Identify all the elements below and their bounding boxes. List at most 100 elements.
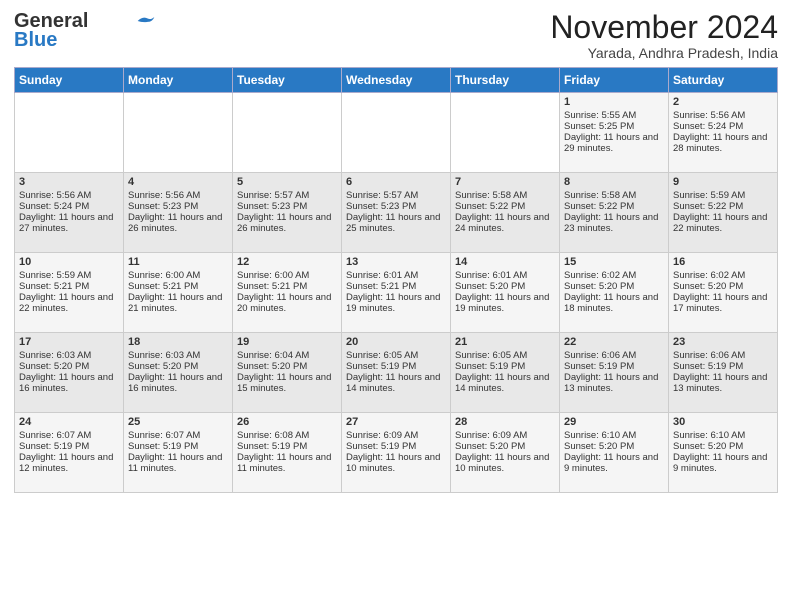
calendar-cell: 27Sunrise: 6:09 AMSunset: 5:19 PMDayligh… — [342, 413, 451, 493]
logo-blue: Blue — [14, 29, 57, 52]
daylight-text: Daylight: 11 hours and 16 minutes. — [19, 372, 119, 394]
sunrise-text: Sunrise: 6:10 AM — [673, 430, 773, 441]
sunrise-text: Sunrise: 5:59 AM — [19, 270, 119, 281]
calendar-table: SundayMondayTuesdayWednesdayThursdayFrid… — [14, 67, 778, 493]
sunrise-text: Sunrise: 6:07 AM — [128, 430, 228, 441]
sunrise-text: Sunrise: 5:57 AM — [237, 190, 337, 201]
week-row-5: 24Sunrise: 6:07 AMSunset: 5:19 PMDayligh… — [15, 413, 778, 493]
calendar-cell: 15Sunrise: 6:02 AMSunset: 5:20 PMDayligh… — [560, 253, 669, 333]
sunrise-text: Sunrise: 6:08 AM — [237, 430, 337, 441]
calendar-cell: 1Sunrise: 5:55 AMSunset: 5:25 PMDaylight… — [560, 93, 669, 173]
sunrise-text: Sunrise: 5:57 AM — [346, 190, 446, 201]
page-container: General Blue November 2024 Yarada, Andhr… — [0, 0, 792, 503]
calendar-cell: 4Sunrise: 5:56 AMSunset: 5:23 PMDaylight… — [124, 173, 233, 253]
daylight-text: Daylight: 11 hours and 10 minutes. — [346, 452, 446, 474]
sunrise-text: Sunrise: 6:00 AM — [128, 270, 228, 281]
day-number: 7 — [455, 176, 555, 188]
daylight-text: Daylight: 11 hours and 22 minutes. — [673, 212, 773, 234]
header-row: SundayMondayTuesdayWednesdayThursdayFrid… — [15, 68, 778, 93]
week-row-2: 3Sunrise: 5:56 AMSunset: 5:24 PMDaylight… — [15, 173, 778, 253]
sunset-text: Sunset: 5:19 PM — [346, 361, 446, 372]
weekday-header-thursday: Thursday — [451, 68, 560, 93]
day-number: 24 — [19, 416, 119, 428]
daylight-text: Daylight: 11 hours and 15 minutes. — [237, 372, 337, 394]
calendar-cell: 5Sunrise: 5:57 AMSunset: 5:23 PMDaylight… — [233, 173, 342, 253]
day-number: 6 — [346, 176, 446, 188]
calendar-cell: 6Sunrise: 5:57 AMSunset: 5:23 PMDaylight… — [342, 173, 451, 253]
day-number: 23 — [673, 336, 773, 348]
calendar-cell: 28Sunrise: 6:09 AMSunset: 5:20 PMDayligh… — [451, 413, 560, 493]
daylight-text: Daylight: 11 hours and 14 minutes. — [455, 372, 555, 394]
day-number: 18 — [128, 336, 228, 348]
day-number: 20 — [346, 336, 446, 348]
daylight-text: Daylight: 11 hours and 29 minutes. — [564, 132, 664, 154]
day-number: 29 — [564, 416, 664, 428]
sunset-text: Sunset: 5:20 PM — [128, 361, 228, 372]
calendar-cell: 26Sunrise: 6:08 AMSunset: 5:19 PMDayligh… — [233, 413, 342, 493]
calendar-body: 1Sunrise: 5:55 AMSunset: 5:25 PMDaylight… — [15, 93, 778, 493]
sunrise-text: Sunrise: 6:02 AM — [673, 270, 773, 281]
day-number: 9 — [673, 176, 773, 188]
day-number: 2 — [673, 96, 773, 108]
sunrise-text: Sunrise: 5:55 AM — [564, 110, 664, 121]
calendar-cell: 25Sunrise: 6:07 AMSunset: 5:19 PMDayligh… — [124, 413, 233, 493]
sunset-text: Sunset: 5:21 PM — [19, 281, 119, 292]
sunset-text: Sunset: 5:21 PM — [346, 281, 446, 292]
calendar-header: SundayMondayTuesdayWednesdayThursdayFrid… — [15, 68, 778, 93]
calendar-cell: 7Sunrise: 5:58 AMSunset: 5:22 PMDaylight… — [451, 173, 560, 253]
sunrise-text: Sunrise: 6:01 AM — [346, 270, 446, 281]
sunset-text: Sunset: 5:19 PM — [346, 441, 446, 452]
sunset-text: Sunset: 5:22 PM — [673, 201, 773, 212]
day-number: 25 — [128, 416, 228, 428]
daylight-text: Daylight: 11 hours and 20 minutes. — [237, 292, 337, 314]
daylight-text: Daylight: 11 hours and 22 minutes. — [19, 292, 119, 314]
calendar-cell: 11Sunrise: 6:00 AMSunset: 5:21 PMDayligh… — [124, 253, 233, 333]
sunset-text: Sunset: 5:20 PM — [673, 281, 773, 292]
sunset-text: Sunset: 5:20 PM — [564, 281, 664, 292]
sunset-text: Sunset: 5:20 PM — [455, 441, 555, 452]
daylight-text: Daylight: 11 hours and 11 minutes. — [237, 452, 337, 474]
weekday-header-saturday: Saturday — [669, 68, 778, 93]
daylight-text: Daylight: 11 hours and 14 minutes. — [346, 372, 446, 394]
daylight-text: Daylight: 11 hours and 26 minutes. — [237, 212, 337, 234]
daylight-text: Daylight: 11 hours and 18 minutes. — [564, 292, 664, 314]
calendar-cell: 10Sunrise: 5:59 AMSunset: 5:21 PMDayligh… — [15, 253, 124, 333]
day-number: 4 — [128, 176, 228, 188]
daylight-text: Daylight: 11 hours and 21 minutes. — [128, 292, 228, 314]
weekday-header-tuesday: Tuesday — [233, 68, 342, 93]
day-number: 13 — [346, 256, 446, 268]
week-row-1: 1Sunrise: 5:55 AMSunset: 5:25 PMDaylight… — [15, 93, 778, 173]
logo-bird-icon — [136, 14, 156, 28]
day-number: 3 — [19, 176, 119, 188]
calendar-cell: 14Sunrise: 6:01 AMSunset: 5:20 PMDayligh… — [451, 253, 560, 333]
daylight-text: Daylight: 11 hours and 25 minutes. — [346, 212, 446, 234]
title-block: November 2024 Yarada, Andhra Pradesh, In… — [550, 10, 778, 61]
weekday-header-sunday: Sunday — [15, 68, 124, 93]
sunset-text: Sunset: 5:19 PM — [237, 441, 337, 452]
sunrise-text: Sunrise: 5:56 AM — [19, 190, 119, 201]
day-number: 15 — [564, 256, 664, 268]
sunrise-text: Sunrise: 6:10 AM — [564, 430, 664, 441]
page-header: General Blue November 2024 Yarada, Andhr… — [14, 10, 778, 61]
calendar-cell: 20Sunrise: 6:05 AMSunset: 5:19 PMDayligh… — [342, 333, 451, 413]
calendar-cell: 24Sunrise: 6:07 AMSunset: 5:19 PMDayligh… — [15, 413, 124, 493]
calendar-cell — [15, 93, 124, 173]
day-number: 28 — [455, 416, 555, 428]
sunrise-text: Sunrise: 6:06 AM — [564, 350, 664, 361]
calendar-cell: 22Sunrise: 6:06 AMSunset: 5:19 PMDayligh… — [560, 333, 669, 413]
sunset-text: Sunset: 5:20 PM — [455, 281, 555, 292]
sunset-text: Sunset: 5:19 PM — [455, 361, 555, 372]
day-number: 30 — [673, 416, 773, 428]
daylight-text: Daylight: 11 hours and 23 minutes. — [564, 212, 664, 234]
daylight-text: Daylight: 11 hours and 13 minutes. — [673, 372, 773, 394]
day-number: 16 — [673, 256, 773, 268]
sunset-text: Sunset: 5:23 PM — [128, 201, 228, 212]
daylight-text: Daylight: 11 hours and 26 minutes. — [128, 212, 228, 234]
calendar-cell: 29Sunrise: 6:10 AMSunset: 5:20 PMDayligh… — [560, 413, 669, 493]
day-number: 12 — [237, 256, 337, 268]
calendar-cell: 30Sunrise: 6:10 AMSunset: 5:20 PMDayligh… — [669, 413, 778, 493]
location: Yarada, Andhra Pradesh, India — [550, 45, 778, 61]
sunrise-text: Sunrise: 5:58 AM — [455, 190, 555, 201]
sunset-text: Sunset: 5:25 PM — [564, 121, 664, 132]
day-number: 22 — [564, 336, 664, 348]
